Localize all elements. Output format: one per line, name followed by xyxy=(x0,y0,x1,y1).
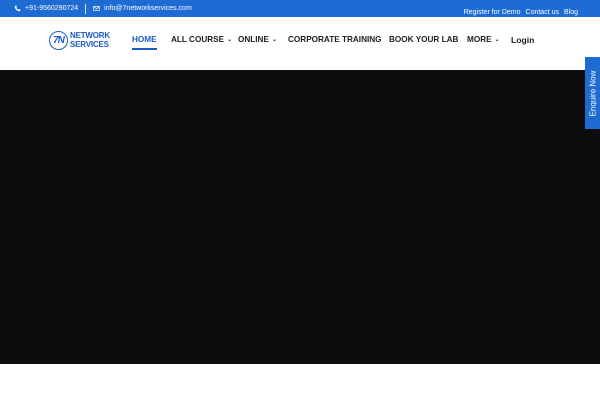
main-nav: HOME ALL COURSE ⌄ ONLINE ⌄ CORPORATE TRA… xyxy=(0,17,600,70)
register-demo-link[interactable]: Register for Demo xyxy=(464,9,521,16)
chevron-down-icon: ⌄ xyxy=(494,37,500,43)
nav-login-label: Login xyxy=(511,35,535,45)
nav-home-label: HOME xyxy=(132,35,157,44)
nav-book-your-lab-label: BOOK YOUR LAB xyxy=(389,35,459,44)
divider xyxy=(85,3,87,14)
enquire-now-button[interactable]: Enquire Now xyxy=(585,57,600,129)
hero-banner xyxy=(0,70,600,364)
nav-book-your-lab[interactable]: BOOK YOUR LAB xyxy=(389,35,458,44)
top-bar: +91-9560290724 info@7networkservices.com… xyxy=(0,0,600,17)
nav-all-course-label: ALL COURSE xyxy=(171,35,225,44)
enquire-now-label: Enquire Now xyxy=(588,70,597,116)
contact-us-link[interactable]: Contact us xyxy=(526,9,559,16)
phone-text: +91-9560290724 xyxy=(25,5,79,12)
chevron-down-icon: ⌄ xyxy=(227,37,233,43)
chevron-down-icon: ⌄ xyxy=(271,37,277,43)
nav-login[interactable]: Login xyxy=(511,35,534,45)
page: +91-9560290724 info@7networkservices.com… xyxy=(0,0,600,400)
main-header: 7N NETWORK SERVICES HOME ALL COURSE ⌄ ON… xyxy=(0,17,600,70)
nav-online-label: ONLINE xyxy=(238,35,269,44)
blog-link[interactable]: Blog xyxy=(564,9,578,16)
nav-more[interactable]: MORE ⌄ xyxy=(467,35,500,44)
phone-icon xyxy=(14,5,21,12)
nav-all-course[interactable]: ALL COURSE ⌄ xyxy=(171,35,232,44)
email-text: info@7networkservices.com xyxy=(104,5,192,12)
phone-link[interactable]: +91-9560290724 xyxy=(14,5,78,12)
nav-more-label: MORE xyxy=(467,35,492,44)
nav-online[interactable]: ONLINE ⌄ xyxy=(238,35,277,44)
nav-corporate-training[interactable]: CORPORATE TRAINING xyxy=(288,35,382,44)
nav-home[interactable]: HOME xyxy=(132,35,157,50)
contact-info: +91-9560290724 info@7networkservices.com xyxy=(14,0,192,17)
envelope-icon xyxy=(93,6,100,11)
email-link[interactable]: info@7networkservices.com xyxy=(93,5,192,12)
nav-corporate-training-label: CORPORATE TRAINING xyxy=(288,35,382,44)
